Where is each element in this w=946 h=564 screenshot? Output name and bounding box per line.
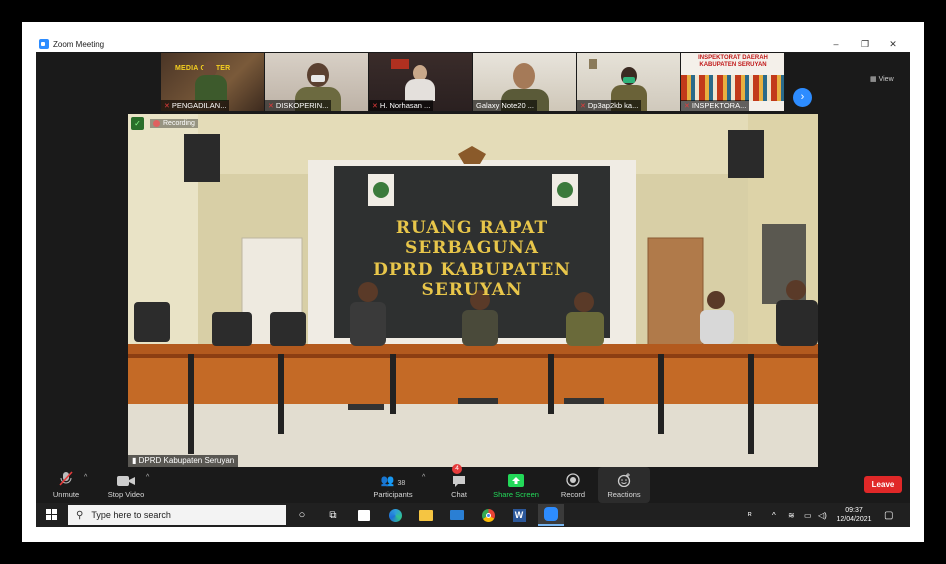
participant-tile[interactable]: INSPEKTORAT DAERAH KABUPATEN SERUYAN ✕ IN… — [681, 53, 784, 111]
mic-muted-icon: ✕ — [372, 103, 378, 110]
tile-banner-pattern — [681, 75, 784, 101]
video-camera-icon — [117, 476, 135, 486]
recording-dot-icon — [153, 120, 160, 127]
edge-icon[interactable] — [386, 506, 404, 524]
chat-label: Chat — [451, 490, 467, 499]
notification-center-icon[interactable]: ▢ — [884, 503, 893, 527]
record-button[interactable]: Record — [558, 467, 588, 503]
background-object — [391, 59, 409, 69]
mic-muted-icon: ✕ — [580, 103, 586, 110]
search-icon: ⚲ — [76, 509, 84, 521]
recording-indicator: ✓ Recording — [131, 117, 198, 130]
stop-video-button[interactable]: Stop Video — [106, 467, 146, 503]
video-options-caret-icon[interactable]: ^ — [146, 474, 149, 481]
taskbar-clock[interactable]: 09:37 12/04/2021 — [832, 506, 876, 524]
mail-icon[interactable] — [448, 506, 466, 524]
people-icon[interactable]: ᴿ — [748, 503, 752, 527]
room-banner-line1: RUANG RAPAT SERBAGUNA — [395, 218, 549, 258]
mic-muted-icon — [59, 471, 73, 486]
participant-video — [513, 63, 535, 89]
participants-icon: 👥 — [380, 475, 395, 487]
share-screen-label: Share Screen — [493, 490, 539, 499]
participants-count: 38 — [397, 480, 406, 487]
windows-start-icon[interactable] — [46, 509, 58, 521]
minimize-button[interactable]: – — [822, 36, 850, 52]
participants-label: Participants — [373, 490, 413, 499]
background-object — [589, 59, 597, 69]
word-icon[interactable]: W — [510, 506, 528, 524]
clock-time: 09:37 — [845, 507, 863, 514]
participant-name: ✕ H. Norhasan ... — [369, 100, 434, 111]
taskbar-search[interactable]: ⚲ — [68, 505, 286, 525]
chat-badge: 4 — [452, 464, 462, 474]
window-titlebar: Zoom Meeting – ❐ ✕ — [36, 36, 910, 52]
taskbar-search-input[interactable] — [91, 510, 272, 520]
audio-options-caret-icon[interactable]: ^ — [84, 474, 87, 481]
screen: Zoom Meeting – ❐ ✕ MEDIA CENTER ✕PENGADI… — [36, 36, 910, 527]
zoom-logo-icon — [39, 39, 49, 49]
windows-taskbar: ⚲ ○ ⧉ W ᴿ ^ ≋ ▭ ◁) 09:37 12/04/2021 ▢ — [36, 503, 910, 527]
file-explorer-icon[interactable] — [417, 506, 435, 524]
security-shield-icon[interactable]: ✓ — [131, 117, 144, 130]
participant-body — [405, 79, 435, 101]
window-title: Zoom Meeting — [53, 39, 105, 49]
record-icon — [566, 473, 580, 487]
stop-video-label: Stop Video — [107, 490, 145, 499]
reactions-button[interactable]: Reactions — [602, 467, 646, 503]
room-banner-line2: DPRD KABUPATEN SERUYAN — [373, 260, 571, 300]
participant-name: ✕ Dp3ap2kb ka... — [577, 100, 642, 111]
microsoft-store-icon[interactable] — [355, 506, 373, 524]
face-mask — [311, 75, 325, 82]
participant-body — [195, 75, 227, 101]
chrome-icon[interactable] — [479, 506, 497, 524]
participants-caret-icon[interactable]: ^ — [422, 474, 425, 481]
participant-name: ✕ PENGADILAN... — [161, 100, 230, 111]
leave-button[interactable]: Leave — [864, 476, 902, 493]
unmute-button[interactable]: Unmute — [48, 467, 84, 503]
active-speaker-name: ▮ DPRD Kabupaten Seruyan — [128, 455, 239, 467]
mic-muted-icon: ✕ — [684, 103, 690, 110]
participant-name: ✕ DISKOPERIN... — [265, 100, 332, 111]
grid-icon: ▦ — [870, 76, 877, 83]
participant-name: Galaxy Note20 ... — [473, 100, 537, 111]
next-page-button[interactable]: › — [793, 88, 812, 107]
meeting-toolbar: Unmute ^ Stop Video ^ 👥 38 Participants ^… — [36, 464, 910, 503]
task-view-icon[interactable]: ⧉ — [324, 506, 342, 524]
recording-status[interactable]: Recording — [150, 119, 198, 128]
volume-icon[interactable]: ◁) — [818, 503, 827, 527]
cortana-icon[interactable]: ○ — [293, 506, 311, 524]
share-screen-icon — [508, 474, 524, 487]
reactions-label: Reactions — [607, 490, 641, 499]
participant-strip: MEDIA CENTER ✕PENGADILAN... ✕DISKOPERIN.… — [36, 52, 910, 114]
mic-muted-icon: ✕ — [164, 103, 170, 110]
chat-button[interactable]: 4 Chat — [444, 464, 474, 503]
unmute-label: Unmute — [52, 490, 80, 499]
active-speaker-video: RUANG RAPAT SERBAGUNA DPRD KABUPATEN SER… — [128, 114, 818, 467]
participants-button[interactable]: 👥 38 Participants — [372, 467, 414, 503]
participant-tile[interactable]: MEDIA CENTER ✕PENGADILAN... — [161, 53, 264, 111]
signal-bars-icon: ▮ — [132, 456, 137, 465]
share-screen-button[interactable]: Share Screen — [492, 467, 540, 503]
participant-tile[interactable]: ✕ H. Norhasan ... — [369, 53, 472, 111]
view-button[interactable]: ▦ View — [870, 75, 894, 83]
battery-icon[interactable]: ▭ — [804, 503, 812, 527]
emoji-plus-icon — [617, 473, 631, 487]
zoom-icon[interactable] — [538, 504, 564, 526]
participant-name: ✕ INSPEKTORA... — [681, 100, 750, 111]
restore-button[interactable]: ❐ — [851, 36, 879, 52]
participant-tile[interactable]: Galaxy Note20 ... — [473, 53, 576, 111]
participant-tile[interactable]: ✕ DISKOPERIN... — [265, 53, 368, 111]
face-mask — [623, 77, 635, 83]
clock-date: 12/04/2021 — [836, 516, 872, 523]
close-button[interactable]: ✕ — [879, 36, 907, 52]
mic-muted-icon: ✕ — [268, 103, 274, 110]
show-hidden-icons-chevron-icon[interactable]: ^ — [772, 503, 776, 527]
record-label: Record — [560, 490, 586, 499]
recording-label: Recording — [163, 120, 195, 127]
wifi-icon[interactable]: ≋ — [788, 503, 795, 527]
tile-overlay-text: INSPEKTORAT DAERAH KABUPATEN SERUYAN — [698, 55, 768, 68]
chat-bubble-icon — [453, 476, 465, 487]
participant-tile[interactable]: ✕ Dp3ap2kb ka... — [577, 53, 680, 111]
